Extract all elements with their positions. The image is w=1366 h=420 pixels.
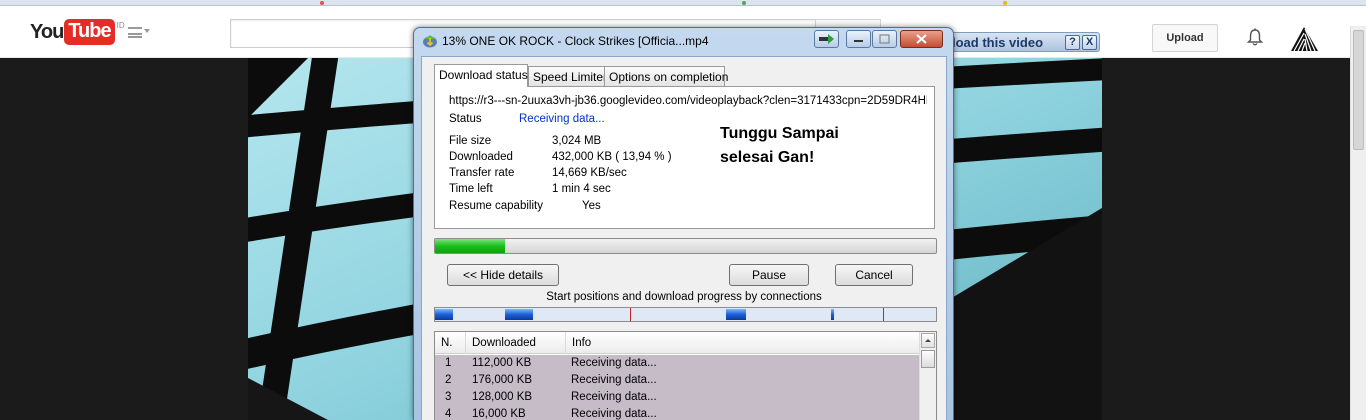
connection-start-marker xyxy=(883,308,884,321)
table-scrollbar[interactable] xyxy=(919,332,936,420)
row-number: 3 xyxy=(445,391,452,403)
table-header: N. Downloaded Info xyxy=(435,332,919,354)
avatar[interactable] xyxy=(1290,25,1319,52)
idm-app-icon xyxy=(423,35,437,48)
row-downloaded: 16,000 KB xyxy=(472,408,526,420)
table-rows: 1 112,000 KB Receiving data... 2 176,000… xyxy=(435,355,919,420)
annotation-line-2: selesai Gan! xyxy=(720,149,815,166)
minimize-icon xyxy=(854,40,863,42)
column-header-info[interactable]: Info xyxy=(566,332,919,354)
tab-download-status[interactable]: Download status xyxy=(434,64,528,87)
table-row[interactable]: 3 128,000 KB Receiving data... xyxy=(435,389,919,406)
transfer-rate-label: Transfer rate xyxy=(449,167,515,179)
dialog-titlebar[interactable]: 13% ONE OK ROCK - Clock Strikes [Officia… xyxy=(414,28,953,54)
tab-speed-limiter[interactable]: Speed Limiter xyxy=(528,66,608,86)
download-progress-fill xyxy=(435,239,505,253)
upload-button[interactable]: Upload xyxy=(1152,24,1218,52)
cancel-button[interactable]: Cancel xyxy=(835,264,913,286)
connection-segment xyxy=(435,309,453,320)
table-row[interactable]: 4 16,000 KB Receiving data... xyxy=(435,406,919,420)
close-button[interactable] xyxy=(900,30,943,48)
tab-options-on-completion[interactable]: Options on completion xyxy=(604,66,728,86)
idm-download-video-panel[interactable]: load this video ? X xyxy=(950,32,1100,52)
downloaded-value: 432,000 KB ( 13,94 % ) xyxy=(552,151,672,163)
resume-capability-label: Resume capability xyxy=(449,200,543,212)
close-icon[interactable]: X xyxy=(1082,35,1097,50)
connection-start-marker xyxy=(630,308,631,321)
chevron-down-icon[interactable] xyxy=(144,29,150,33)
bell-icon[interactable] xyxy=(1247,28,1263,46)
send-to-tray-button[interactable] xyxy=(814,30,839,48)
row-info: Receiving data... xyxy=(571,374,657,386)
guide-menu-icon[interactable] xyxy=(128,27,142,38)
transfer-rate-value: 14,669 KB/sec xyxy=(552,167,627,179)
logo-you: You xyxy=(30,20,64,43)
dialog-body: Download status Speed Limiter Options on… xyxy=(421,56,947,420)
tab-favicon xyxy=(1003,1,1007,5)
row-number: 1 xyxy=(445,357,452,369)
idm-download-dialog: 13% ONE OK ROCK - Clock Strikes [Officia… xyxy=(413,27,954,420)
chevron-up-icon xyxy=(925,339,931,342)
file-size-label: File size xyxy=(449,135,492,147)
connections-title: Start positions and download progress by… xyxy=(546,291,822,303)
connection-segment xyxy=(505,309,533,320)
scroll-up-button[interactable] xyxy=(921,333,935,348)
logo-country-code: ID xyxy=(116,21,125,30)
minimize-button[interactable] xyxy=(846,30,871,48)
row-info: Receiving data... xyxy=(571,357,657,369)
download-video-label[interactable]: load this video xyxy=(952,35,1043,50)
row-number: 2 xyxy=(445,374,452,386)
logo-tube: Tube xyxy=(64,19,115,45)
status-label: Status xyxy=(449,113,482,125)
time-left-value: 1 min 4 sec xyxy=(552,183,611,195)
column-header-number[interactable]: N. xyxy=(435,332,466,354)
close-x-icon xyxy=(916,34,927,44)
row-downloaded: 112,000 KB xyxy=(472,357,532,369)
page-scrollbar[interactable] xyxy=(1350,26,1366,420)
page-scrollbar-thumb[interactable] xyxy=(1353,30,1364,150)
download-status-panel: https://r3---sn-2uuxa3vh-jb36.googlevide… xyxy=(434,86,935,229)
row-info: Receiving data... xyxy=(571,408,657,420)
connection-segment xyxy=(726,309,746,320)
connections-progress-bar xyxy=(434,307,937,322)
tab-favicon xyxy=(320,1,324,5)
download-url: https://r3---sn-2uuxa3vh-jb36.googlevide… xyxy=(449,95,927,107)
table-row[interactable]: 1 112,000 KB Receiving data... xyxy=(435,355,919,372)
row-downloaded: 176,000 KB xyxy=(472,374,533,386)
maximize-button[interactable] xyxy=(872,30,897,48)
connection-segment xyxy=(831,309,834,320)
row-downloaded: 128,000 KB xyxy=(472,391,533,403)
maximize-icon xyxy=(879,34,890,44)
row-number: 4 xyxy=(445,408,452,420)
tab-favicon xyxy=(742,1,746,5)
resume-capability-value: Yes xyxy=(582,200,601,212)
help-icon[interactable]: ? xyxy=(1065,35,1080,50)
hide-details-button[interactable]: << Hide details xyxy=(447,264,559,286)
youtube-logo[interactable]: You Tube ID xyxy=(30,19,125,45)
annotation-line-1: Tunggu Sampai xyxy=(720,125,839,142)
connections-table: N. Downloaded Info 1 112,000 KB Receivin… xyxy=(434,331,937,420)
column-header-downloaded[interactable]: Downloaded xyxy=(466,332,566,354)
downloaded-label: Downloaded xyxy=(449,151,513,163)
status-value: Receiving data... xyxy=(519,113,605,125)
row-info: Receiving data... xyxy=(571,391,657,403)
table-row[interactable]: 2 176,000 KB Receiving data... xyxy=(435,372,919,389)
dialog-title: 13% ONE OK ROCK - Clock Strikes [Officia… xyxy=(442,34,709,48)
file-size-value: 3,024 MB xyxy=(552,135,602,147)
download-progress-bar xyxy=(434,238,937,254)
annotation-note: Tunggu Sampai selesai Gan! xyxy=(720,122,839,170)
time-left-label: Time left xyxy=(449,183,493,195)
tray-arrow-icon xyxy=(819,34,834,44)
table-scrollbar-thumb[interactable] xyxy=(921,350,935,368)
pause-button[interactable]: Pause xyxy=(729,264,809,286)
